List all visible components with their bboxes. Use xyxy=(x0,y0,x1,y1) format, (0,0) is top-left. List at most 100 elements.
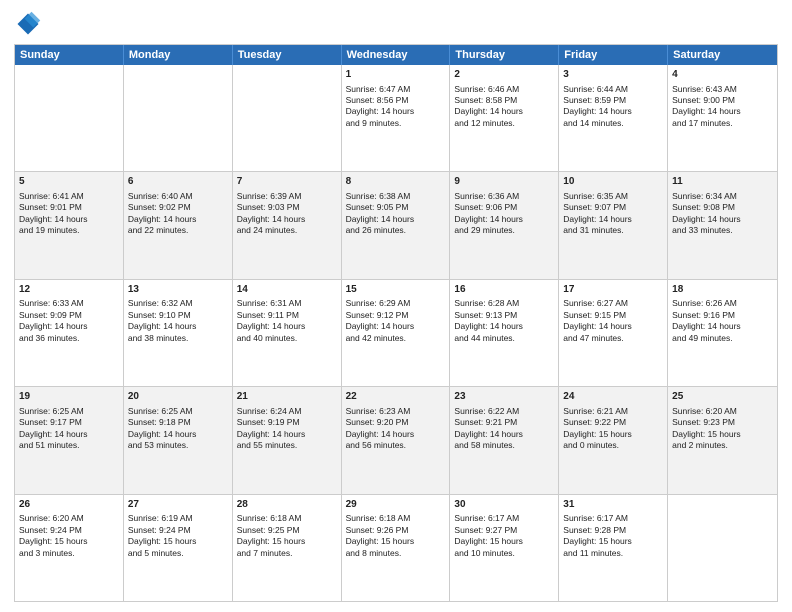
calendar-cell-r3-c5: 24Sunrise: 6:21 AMSunset: 9:22 PMDayligh… xyxy=(559,387,668,493)
day-info-line: Sunrise: 6:32 AM xyxy=(128,298,228,309)
day-number: 18 xyxy=(672,283,773,297)
calendar-cell-r1-c4: 9Sunrise: 6:36 AMSunset: 9:06 PMDaylight… xyxy=(450,172,559,278)
day-info-line: Daylight: 14 hours xyxy=(563,214,663,225)
day-info-line: Daylight: 14 hours xyxy=(346,106,446,117)
day-info-line: Daylight: 14 hours xyxy=(672,106,773,117)
calendar-cell-r2-c2: 14Sunrise: 6:31 AMSunset: 9:11 PMDayligh… xyxy=(233,280,342,386)
day-info-line: Sunrise: 6:39 AM xyxy=(237,191,337,202)
day-info-line: Daylight: 15 hours xyxy=(454,536,554,547)
day-info-line: and 19 minutes. xyxy=(19,225,119,236)
day-number: 4 xyxy=(672,68,773,82)
day-info-line: and 51 minutes. xyxy=(19,440,119,451)
day-info-line: Daylight: 14 hours xyxy=(128,321,228,332)
day-info-line: Sunrise: 6:31 AM xyxy=(237,298,337,309)
day-info-line: Sunset: 9:22 PM xyxy=(563,417,663,428)
day-info-line: Daylight: 14 hours xyxy=(672,321,773,332)
day-info-line: Sunrise: 6:22 AM xyxy=(454,406,554,417)
day-info-line: Sunset: 9:19 PM xyxy=(237,417,337,428)
calendar-cell-r4-c1: 27Sunrise: 6:19 AMSunset: 9:24 PMDayligh… xyxy=(124,495,233,601)
day-info-line: Sunrise: 6:18 AM xyxy=(237,513,337,524)
day-number: 7 xyxy=(237,175,337,189)
day-number: 3 xyxy=(563,68,663,82)
day-info-line: and 14 minutes. xyxy=(563,118,663,129)
day-number: 28 xyxy=(237,498,337,512)
day-info-line: Sunset: 9:01 PM xyxy=(19,202,119,213)
day-info-line: Sunrise: 6:34 AM xyxy=(672,191,773,202)
day-info-line: Sunrise: 6:38 AM xyxy=(346,191,446,202)
day-info-line: Sunset: 8:56 PM xyxy=(346,95,446,106)
day-info-line: and 33 minutes. xyxy=(672,225,773,236)
day-info-line: Daylight: 14 hours xyxy=(454,429,554,440)
day-info-line: and 17 minutes. xyxy=(672,118,773,129)
day-info-line: Daylight: 14 hours xyxy=(563,321,663,332)
calendar-cell-r2-c1: 13Sunrise: 6:32 AMSunset: 9:10 PMDayligh… xyxy=(124,280,233,386)
day-info-line: Sunset: 9:02 PM xyxy=(128,202,228,213)
day-info-line: Sunrise: 6:24 AM xyxy=(237,406,337,417)
calendar-cell-r1-c2: 7Sunrise: 6:39 AMSunset: 9:03 PMDaylight… xyxy=(233,172,342,278)
day-info-line: Sunrise: 6:18 AM xyxy=(346,513,446,524)
calendar-cell-r1-c3: 8Sunrise: 6:38 AMSunset: 9:05 PMDaylight… xyxy=(342,172,451,278)
day-number: 9 xyxy=(454,175,554,189)
day-info-line: Sunrise: 6:26 AM xyxy=(672,298,773,309)
calendar-cell-r4-c4: 30Sunrise: 6:17 AMSunset: 9:27 PMDayligh… xyxy=(450,495,559,601)
day-info-line: Sunset: 8:59 PM xyxy=(563,95,663,106)
day-number: 8 xyxy=(346,175,446,189)
header-day-friday: Friday xyxy=(559,45,668,65)
calendar-cell-r0-c3: 1Sunrise: 6:47 AMSunset: 8:56 PMDaylight… xyxy=(342,65,451,171)
header-day-sunday: Sunday xyxy=(15,45,124,65)
day-info-line: and 55 minutes. xyxy=(237,440,337,451)
day-info-line: Daylight: 15 hours xyxy=(237,536,337,547)
calendar-cell-r4-c3: 29Sunrise: 6:18 AMSunset: 9:26 PMDayligh… xyxy=(342,495,451,601)
day-info-line: and 24 minutes. xyxy=(237,225,337,236)
day-info-line: Sunrise: 6:17 AM xyxy=(454,513,554,524)
day-info-line: Sunset: 9:16 PM xyxy=(672,310,773,321)
day-info-line: Sunrise: 6:33 AM xyxy=(19,298,119,309)
day-info-line: Daylight: 14 hours xyxy=(672,214,773,225)
calendar-header: SundayMondayTuesdayWednesdayThursdayFrid… xyxy=(15,45,777,65)
header-day-tuesday: Tuesday xyxy=(233,45,342,65)
day-info-line: Sunset: 9:28 PM xyxy=(563,525,663,536)
day-info-line: and 31 minutes. xyxy=(563,225,663,236)
day-info-line: and 40 minutes. xyxy=(237,333,337,344)
day-info-line: Sunset: 9:17 PM xyxy=(19,417,119,428)
day-number: 13 xyxy=(128,283,228,297)
day-info-line: and 29 minutes. xyxy=(454,225,554,236)
day-info-line: and 44 minutes. xyxy=(454,333,554,344)
calendar-cell-r2-c6: 18Sunrise: 6:26 AMSunset: 9:16 PMDayligh… xyxy=(668,280,777,386)
day-info-line: and 56 minutes. xyxy=(346,440,446,451)
header-day-saturday: Saturday xyxy=(668,45,777,65)
day-info-line: Daylight: 14 hours xyxy=(19,429,119,440)
calendar-cell-r0-c0 xyxy=(15,65,124,171)
day-number: 5 xyxy=(19,175,119,189)
day-number: 22 xyxy=(346,390,446,404)
day-info-line: Sunset: 9:24 PM xyxy=(128,525,228,536)
day-info-line: Sunrise: 6:35 AM xyxy=(563,191,663,202)
day-info-line: Sunrise: 6:17 AM xyxy=(563,513,663,524)
page: SundayMondayTuesdayWednesdayThursdayFrid… xyxy=(0,0,792,612)
day-info-line: Sunset: 9:06 PM xyxy=(454,202,554,213)
day-info-line: Daylight: 14 hours xyxy=(454,321,554,332)
day-number: 19 xyxy=(19,390,119,404)
day-number: 11 xyxy=(672,175,773,189)
day-info-line: Sunrise: 6:23 AM xyxy=(346,406,446,417)
calendar-row-0: 1Sunrise: 6:47 AMSunset: 8:56 PMDaylight… xyxy=(15,65,777,171)
day-info-line: Sunrise: 6:25 AM xyxy=(19,406,119,417)
day-info-line: and 3 minutes. xyxy=(19,548,119,559)
calendar-cell-r2-c4: 16Sunrise: 6:28 AMSunset: 9:13 PMDayligh… xyxy=(450,280,559,386)
day-info-line: Sunrise: 6:29 AM xyxy=(346,298,446,309)
day-number: 12 xyxy=(19,283,119,297)
day-info-line: Daylight: 15 hours xyxy=(19,536,119,547)
day-number: 31 xyxy=(563,498,663,512)
day-info-line: Sunset: 9:08 PM xyxy=(672,202,773,213)
day-info-line: Sunrise: 6:40 AM xyxy=(128,191,228,202)
calendar-cell-r2-c3: 15Sunrise: 6:29 AMSunset: 9:12 PMDayligh… xyxy=(342,280,451,386)
calendar-cell-r0-c4: 2Sunrise: 6:46 AMSunset: 8:58 PMDaylight… xyxy=(450,65,559,171)
day-info-line: Daylight: 14 hours xyxy=(454,106,554,117)
day-info-line: Sunrise: 6:44 AM xyxy=(563,84,663,95)
day-info-line: Sunrise: 6:41 AM xyxy=(19,191,119,202)
day-info-line: Daylight: 14 hours xyxy=(237,429,337,440)
calendar-cell-r0-c5: 3Sunrise: 6:44 AMSunset: 8:59 PMDaylight… xyxy=(559,65,668,171)
calendar-row-4: 26Sunrise: 6:20 AMSunset: 9:24 PMDayligh… xyxy=(15,494,777,601)
calendar-cell-r2-c5: 17Sunrise: 6:27 AMSunset: 9:15 PMDayligh… xyxy=(559,280,668,386)
day-info-line: and 36 minutes. xyxy=(19,333,119,344)
